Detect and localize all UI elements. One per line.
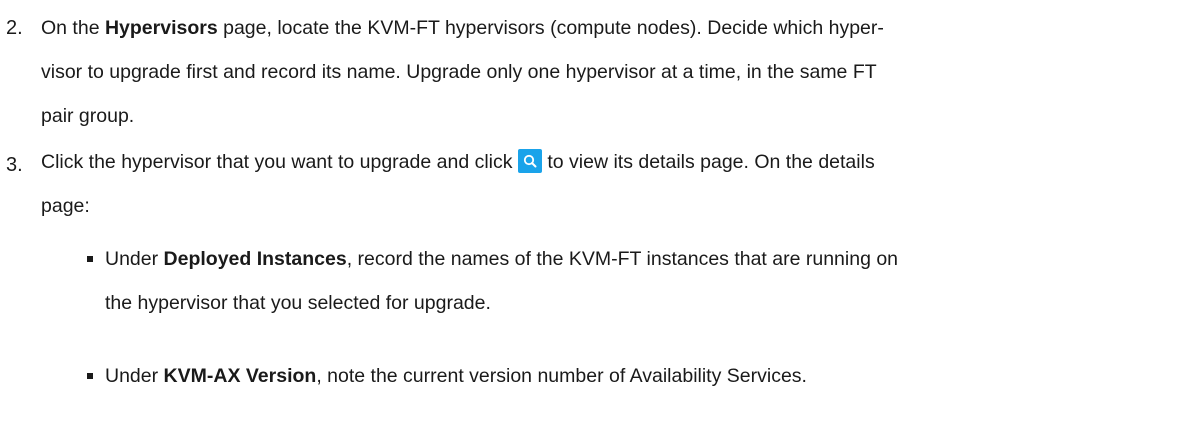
text-run: On the: [41, 17, 105, 39]
text-run: Under: [105, 248, 164, 270]
step-line: On the Hypervisors page, locate the KVM-…: [41, 6, 1151, 50]
step-line: Click the hypervisor that you want to up…: [41, 140, 1151, 184]
search-icon: [517, 149, 542, 173]
step-line: page:: [41, 195, 90, 217]
ui-term-deployed-instances: Deployed Instances: [163, 248, 347, 270]
ui-term-kvm-ax-version: KVM-AX Version: [163, 365, 317, 387]
text-run: page, locate the KVM-FT hypervisors (com…: [217, 17, 884, 39]
ui-term-hypervisors: Hypervisors: [104, 17, 218, 39]
bullet-line: the hypervisor that you selected for upg…: [105, 292, 491, 314]
bullet-line: Under Deployed Instances, record the nam…: [105, 237, 1165, 281]
bullet-marker: [87, 373, 93, 379]
step-number: 2.: [6, 17, 23, 39]
text-run: to view its details page. On the details: [541, 151, 875, 173]
text-run: , note the current version number of Ava…: [316, 365, 807, 387]
bullet-marker: [87, 256, 93, 262]
bullet-line: Under KVM-AX Version, note the current v…: [105, 354, 1165, 398]
step-line: visor to upgrade first and record its na…: [41, 61, 877, 83]
text-run: Under: [105, 365, 164, 387]
step-line: pair group.: [41, 105, 135, 127]
document-page: 2. On the Hypervisors page, locate the K…: [0, 0, 1178, 421]
step-text: On the Hypervisors page, locate the KVM-…: [41, 6, 1151, 138]
text-run: , record the names of the KVM-FT instanc…: [346, 248, 899, 270]
bullet-text: Under Deployed Instances, record the nam…: [105, 237, 1165, 325]
step-number: 3.: [6, 154, 23, 176]
step-text: Click the hypervisor that you want to up…: [41, 140, 1151, 228]
bullet-text: Under KVM-AX Version, note the current v…: [105, 354, 1165, 398]
text-run: Click the hypervisor that you want to up…: [41, 151, 518, 173]
